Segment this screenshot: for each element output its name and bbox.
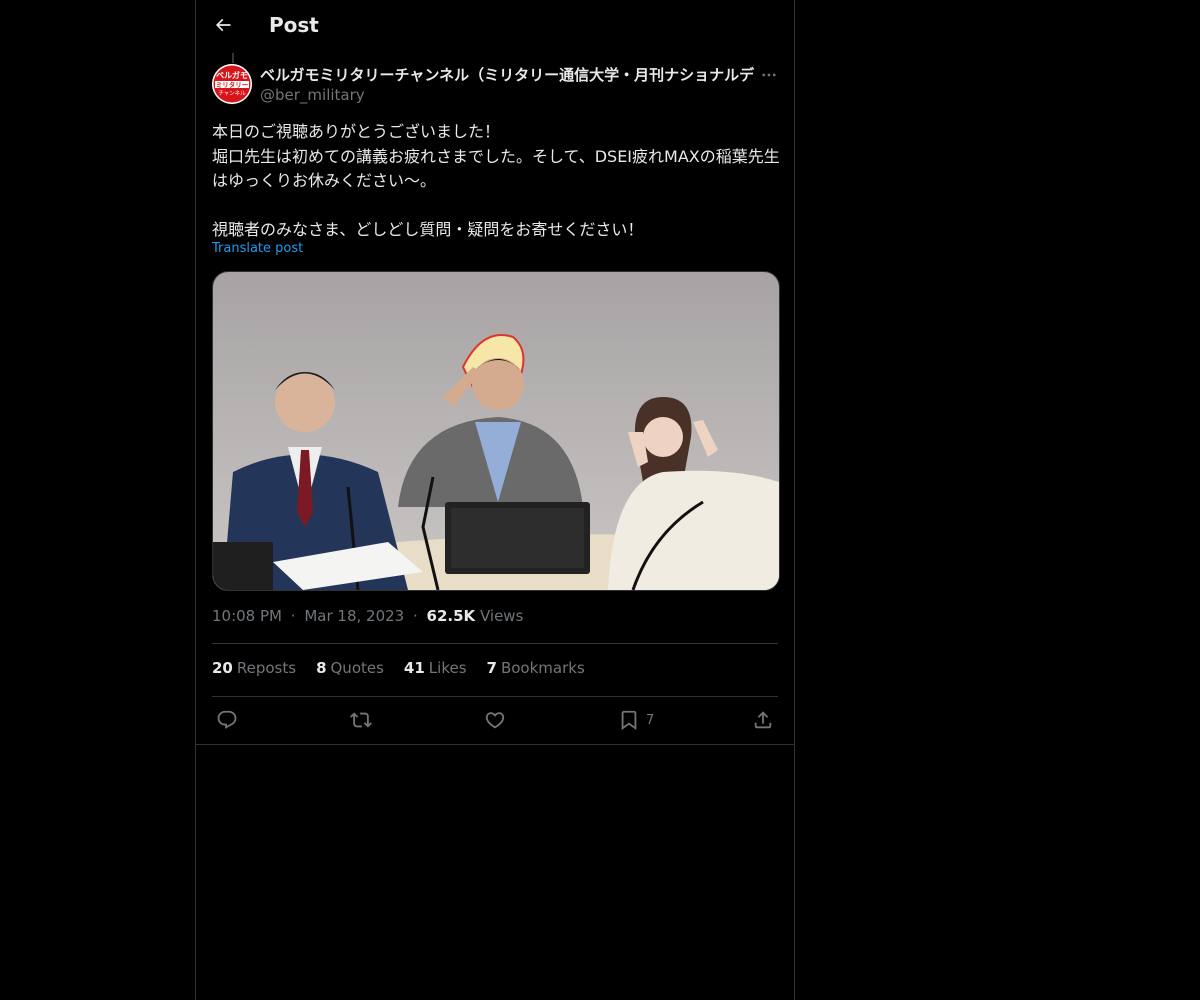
translate-post-link[interactable]: Translate post — [212, 241, 303, 256]
likes-label: Likes — [428, 659, 467, 677]
laptop — [445, 502, 590, 574]
bookmark-button[interactable]: 7 — [618, 708, 654, 732]
quotes-stat[interactable]: 8 Quotes — [316, 659, 384, 677]
share-icon — [754, 711, 772, 729]
avatar[interactable]: ベルガモ ミリタリー チャンネル — [212, 64, 252, 104]
back-button[interactable] — [206, 8, 240, 42]
heart-icon — [485, 712, 505, 729]
post-image[interactable] — [212, 271, 780, 591]
post-meta: 10:08 PM · Mar 18, 2023 · 62.5K Views — [212, 607, 523, 625]
views-count: 62.5K — [426, 607, 476, 625]
bookmark-count: 7 — [646, 712, 655, 728]
quotes-label: Quotes — [330, 659, 384, 677]
post-text: 本日のご視聴ありがとうございました！ 堀口先生は初めての講義お疲れさまでした。そ… — [212, 120, 780, 242]
reposts-stat[interactable]: 20 Reposts — [212, 659, 296, 677]
page-title: Post — [269, 13, 319, 37]
likes-count: 41 — [403, 659, 425, 677]
divider — [196, 744, 794, 745]
reposts-count: 20 — [212, 659, 233, 677]
avatar-text-2: ミリタリー — [216, 80, 249, 89]
post-text-line: 視聴者のみなさま、どしどし質問・疑問をお寄せください！ — [212, 219, 644, 239]
bookmark-icon — [621, 710, 637, 731]
share-button[interactable] — [752, 708, 774, 732]
like-button[interactable] — [484, 708, 506, 732]
post-text-line: 堀口先生は初めての講義お疲れさまでした。そして、DSEI疲れMAXの稲葉先生はゆ… — [212, 146, 780, 191]
more-icon — [762, 73, 776, 77]
post-text-line: 本日のご視聴ありがとうございました！ — [212, 122, 501, 141]
author-display-name[interactable]: ベルガモミリタリーチャンネル（ミリタリー通信大学・月刊ナショナルデ — [260, 64, 756, 86]
post-header: Post — [196, 0, 794, 53]
likes-stat[interactable]: 41 Likes — [404, 659, 467, 677]
bookmarks-label: Bookmarks — [500, 659, 585, 677]
reply-button[interactable] — [216, 708, 238, 732]
quotes-count: 8 — [316, 659, 327, 677]
post-time[interactable]: 10:08 PM — [212, 607, 282, 625]
post-stats: 20 Reposts 8 Quotes 41 Likes 7 Bookmarks — [212, 659, 605, 677]
repost-icon — [350, 712, 372, 728]
bookmarks-count: 7 — [486, 659, 497, 677]
thread-connector-line — [232, 53, 234, 63]
more-options-button[interactable] — [756, 64, 782, 86]
post-column: Post ベルガモ ミリタリー チャンネル ベルガモミリタリーチャンネル（ミリタ… — [195, 0, 795, 1000]
meta-separator: · — [290, 607, 296, 625]
avatar-text-3: チャンネル — [218, 90, 246, 97]
reposts-label: Reposts — [236, 659, 297, 677]
divider — [212, 696, 778, 697]
reply-icon — [217, 710, 237, 729]
meta-separator: · — [412, 607, 418, 625]
bookmarks-stat[interactable]: 7 Bookmarks — [487, 659, 585, 677]
views-label: Views — [479, 607, 524, 625]
divider — [212, 643, 778, 644]
avatar-text-1: ベルガモ — [216, 70, 248, 80]
repost-button[interactable] — [350, 708, 372, 732]
author-handle[interactable]: @ber_military — [260, 86, 365, 104]
post-date[interactable]: Mar 18, 2023 — [304, 607, 404, 625]
arrow-left-icon — [215, 18, 231, 32]
